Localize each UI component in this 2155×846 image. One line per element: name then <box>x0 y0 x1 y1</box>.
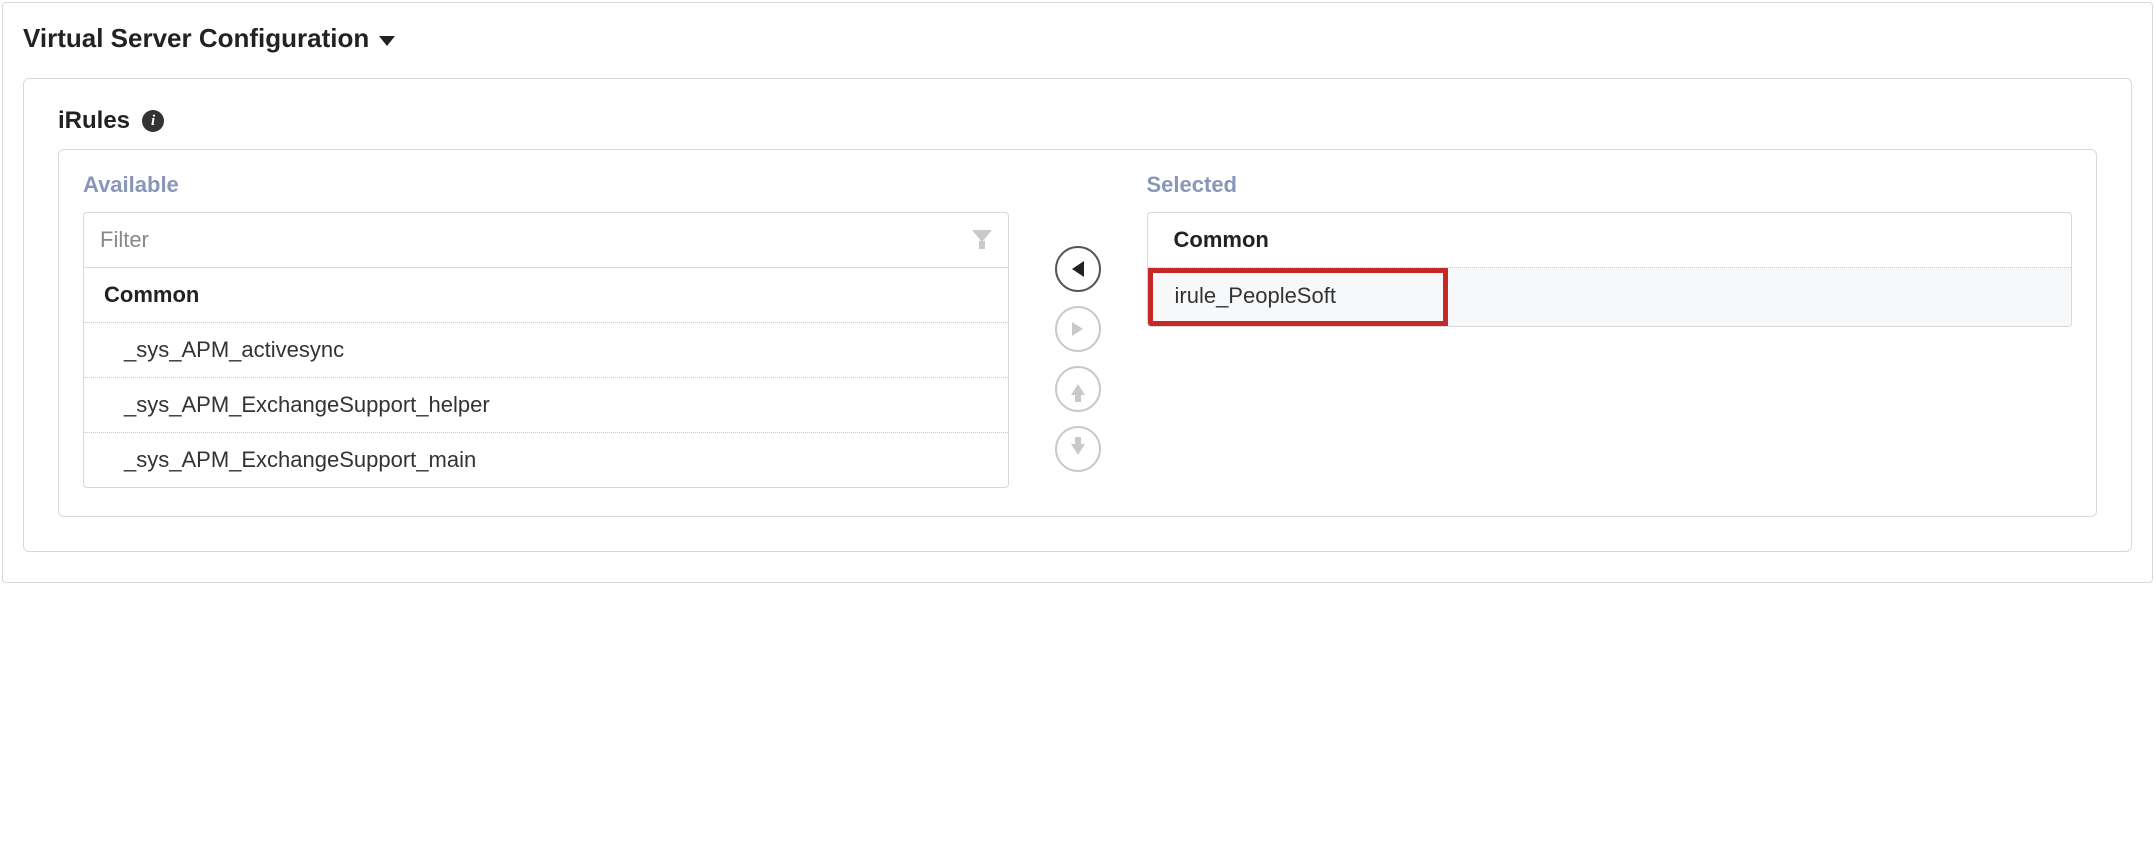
arrow-left-icon <box>1072 261 1084 277</box>
section-header[interactable]: Virtual Server Configuration <box>23 23 2132 54</box>
available-title: Available <box>83 172 1009 198</box>
filter-icon[interactable] <box>972 230 992 250</box>
arrow-down-icon <box>1071 444 1085 455</box>
arrow-right-icon <box>1072 322 1083 336</box>
list-item[interactable]: irule_PeopleSoft <box>1148 268 1448 326</box>
move-right-button[interactable] <box>1055 306 1101 352</box>
field-label: iRules <box>58 107 130 135</box>
move-up-button[interactable] <box>1055 366 1101 412</box>
list-item[interactable]: _sys_APM_ExchangeSupport_helper <box>84 378 1008 433</box>
config-panel: Virtual Server Configuration iRules i Av… <box>2 2 2153 583</box>
selected-group-header: Common <box>1148 213 2072 267</box>
field-header: iRules i <box>58 107 2097 135</box>
section-title: Virtual Server Configuration <box>23 23 369 54</box>
selected-column: Selected Common irule_PeopleSoft <box>1147 172 2073 488</box>
move-down-button[interactable] <box>1055 426 1101 472</box>
selected-title: Selected <box>1147 172 2073 198</box>
available-column: Available Common _sys_APM_activesync _sy… <box>83 172 1009 488</box>
list-item[interactable]: _sys_APM_activesync <box>84 323 1008 378</box>
caret-down-icon <box>379 36 395 46</box>
list-item-row: irule_PeopleSoft <box>1148 267 2072 326</box>
filter-row <box>84 213 1008 268</box>
filter-input[interactable] <box>84 213 972 267</box>
arrow-up-icon <box>1071 384 1085 395</box>
move-left-button[interactable] <box>1055 246 1101 292</box>
move-controls <box>1009 172 1147 488</box>
list-item[interactable]: _sys_APM_ExchangeSupport_main <box>84 433 1008 487</box>
section-body: iRules i Available Common _sys_APM_activ… <box>23 78 2132 552</box>
selected-listbox: Common irule_PeopleSoft <box>1147 212 2073 327</box>
dual-list: Available Common _sys_APM_activesync _sy… <box>58 149 2097 517</box>
available-group-header: Common <box>84 268 1008 323</box>
available-listbox: Common _sys_APM_activesync _sys_APM_Exch… <box>83 212 1009 488</box>
info-icon[interactable]: i <box>142 110 164 132</box>
